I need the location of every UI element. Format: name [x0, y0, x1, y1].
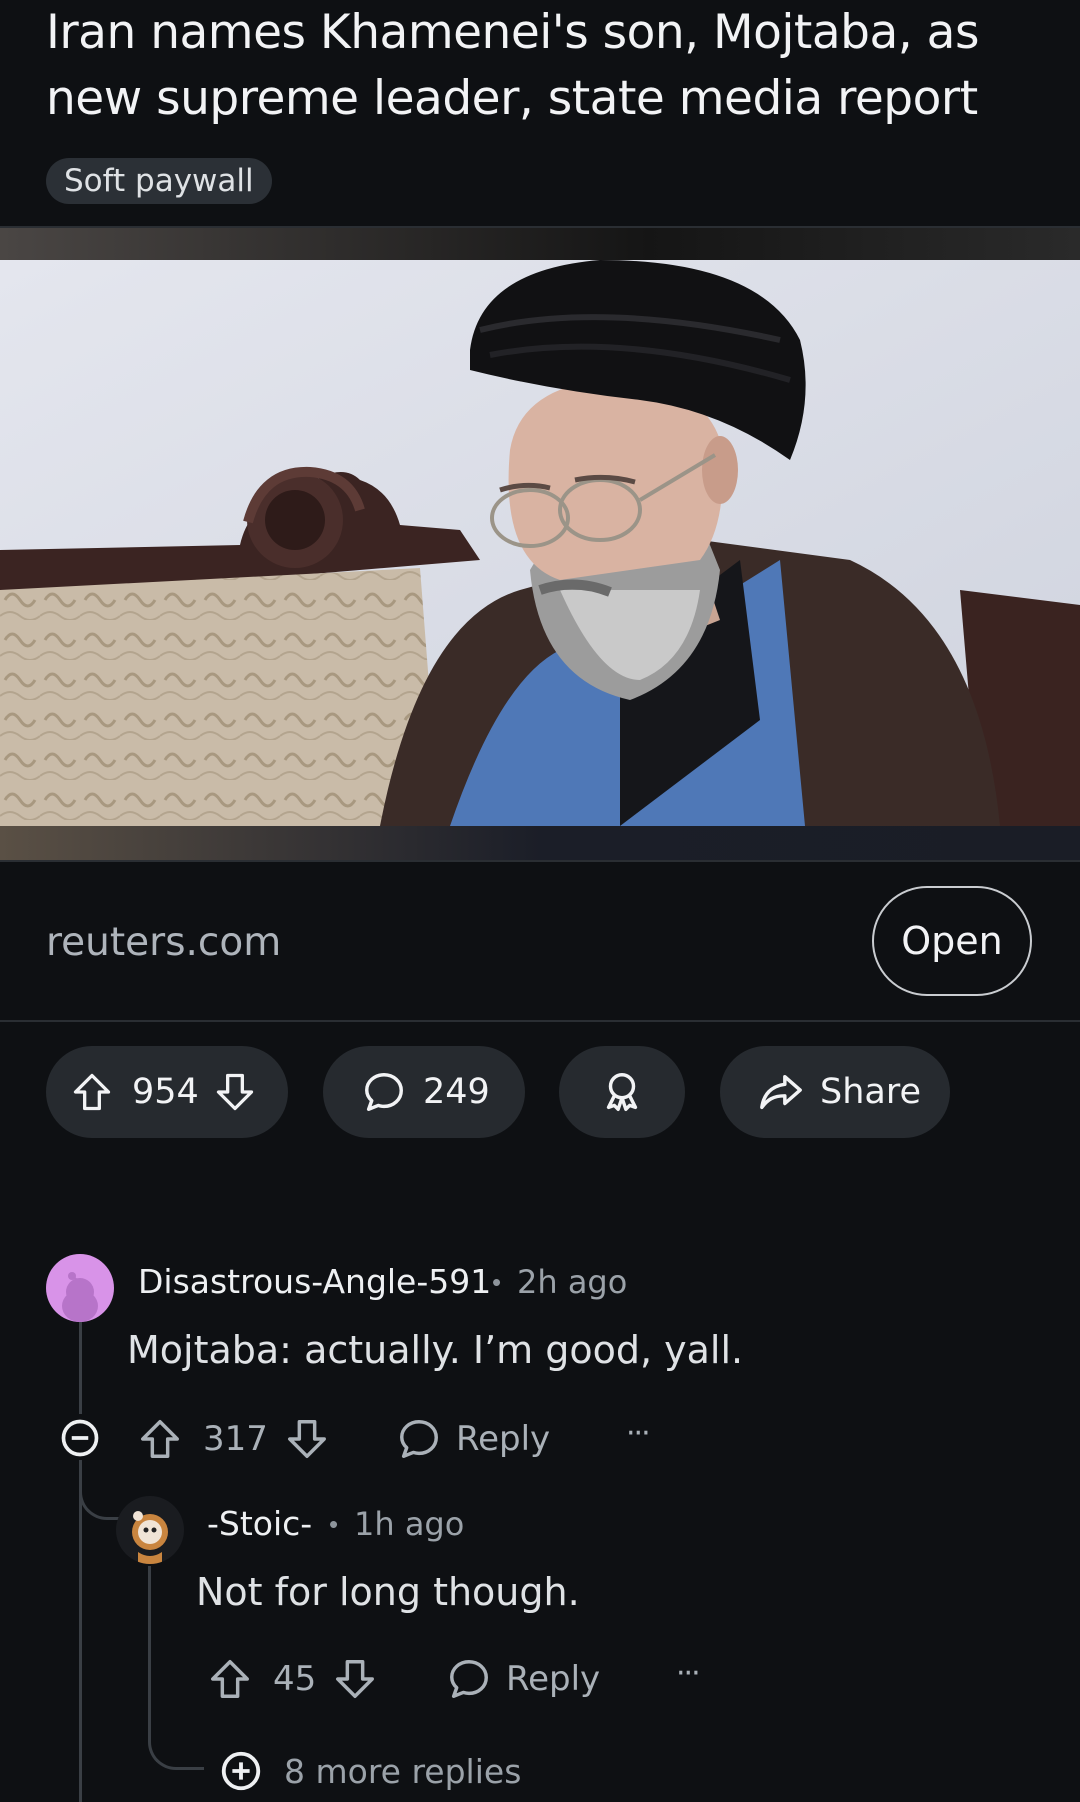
share-label: Share [820, 1072, 922, 1112]
thread-branch [148, 1700, 204, 1770]
comment-time: 2h ago [517, 1263, 628, 1301]
avatar[interactable] [116, 1496, 184, 1564]
divider [0, 1020, 1080, 1022]
open-link-button[interactable]: Open [872, 886, 1032, 996]
reply-button[interactable]: Reply [396, 1416, 550, 1462]
separator-dot: • [492, 1267, 502, 1297]
award-ribbon-icon [599, 1069, 645, 1115]
snoo-avatar-icon [132, 1511, 168, 1564]
comment-score: 317 [203, 1419, 268, 1459]
speech-bubble-icon [446, 1656, 492, 1702]
thread-line[interactable] [79, 1322, 82, 1414]
comment-time: 1h ago [354, 1505, 465, 1543]
post-title[interactable]: Iran names Khamenei's son, Mojtaba, as n… [46, 0, 1046, 132]
more-options-button[interactable]: ··· [626, 1416, 651, 1451]
paywall-flair: Soft paywall [46, 158, 272, 204]
snoo-avatar-icon [62, 1272, 98, 1322]
downvote-icon[interactable] [284, 1416, 330, 1462]
comment-body: Not for long though. [196, 1570, 580, 1614]
plus-circle-icon [218, 1748, 264, 1794]
avatar[interactable] [46, 1254, 114, 1322]
separator-dot: • [329, 1509, 339, 1539]
more-options-button[interactable]: ··· [676, 1656, 701, 1691]
article-photo [0, 260, 1080, 826]
thread-line[interactable] [148, 1566, 151, 1716]
upvote-icon[interactable] [70, 1070, 114, 1114]
more-replies-label: 8 more replies [284, 1751, 522, 1791]
speech-bubble-icon [361, 1069, 407, 1115]
link-preview-image[interactable] [0, 228, 1080, 860]
speech-bubble-icon [396, 1416, 442, 1462]
downvote-icon[interactable] [332, 1656, 378, 1702]
more-replies-button[interactable]: 8 more replies [218, 1748, 521, 1794]
comment-count: 249 [423, 1072, 490, 1112]
reply-label: Reply [456, 1419, 551, 1459]
minus-circle-icon [58, 1416, 102, 1460]
upvote-icon[interactable] [207, 1656, 253, 1702]
comment-body: Mojtaba: actually. I’m good, yall. [127, 1328, 744, 1372]
post-score: 954 [132, 1072, 199, 1112]
comment-author[interactable]: -Stoic- [207, 1504, 312, 1544]
downvote-icon[interactable] [213, 1070, 257, 1114]
thread-line[interactable] [79, 1460, 82, 1802]
vote-bar: 954 [46, 1046, 288, 1138]
comment-author[interactable]: Disastrous-Angle-591 [138, 1262, 491, 1302]
divider [0, 860, 1080, 862]
share-button[interactable]: Share [720, 1046, 950, 1138]
comments-button[interactable]: 249 [323, 1046, 525, 1138]
reply-button[interactable]: Reply [446, 1656, 600, 1702]
comment-vote-bar: 317 [137, 1416, 330, 1462]
link-domain[interactable]: reuters.com [46, 918, 281, 968]
thread-branch [79, 1460, 123, 1520]
share-arrow-icon [758, 1069, 804, 1115]
upvote-icon[interactable] [137, 1416, 183, 1462]
award-button[interactable] [559, 1046, 685, 1138]
portrait-image [0, 260, 1080, 826]
collapse-thread-button[interactable] [58, 1416, 102, 1460]
reply-label: Reply [506, 1659, 601, 1699]
comment-score: 45 [273, 1659, 317, 1699]
comment-vote-bar: 45 [207, 1656, 378, 1702]
